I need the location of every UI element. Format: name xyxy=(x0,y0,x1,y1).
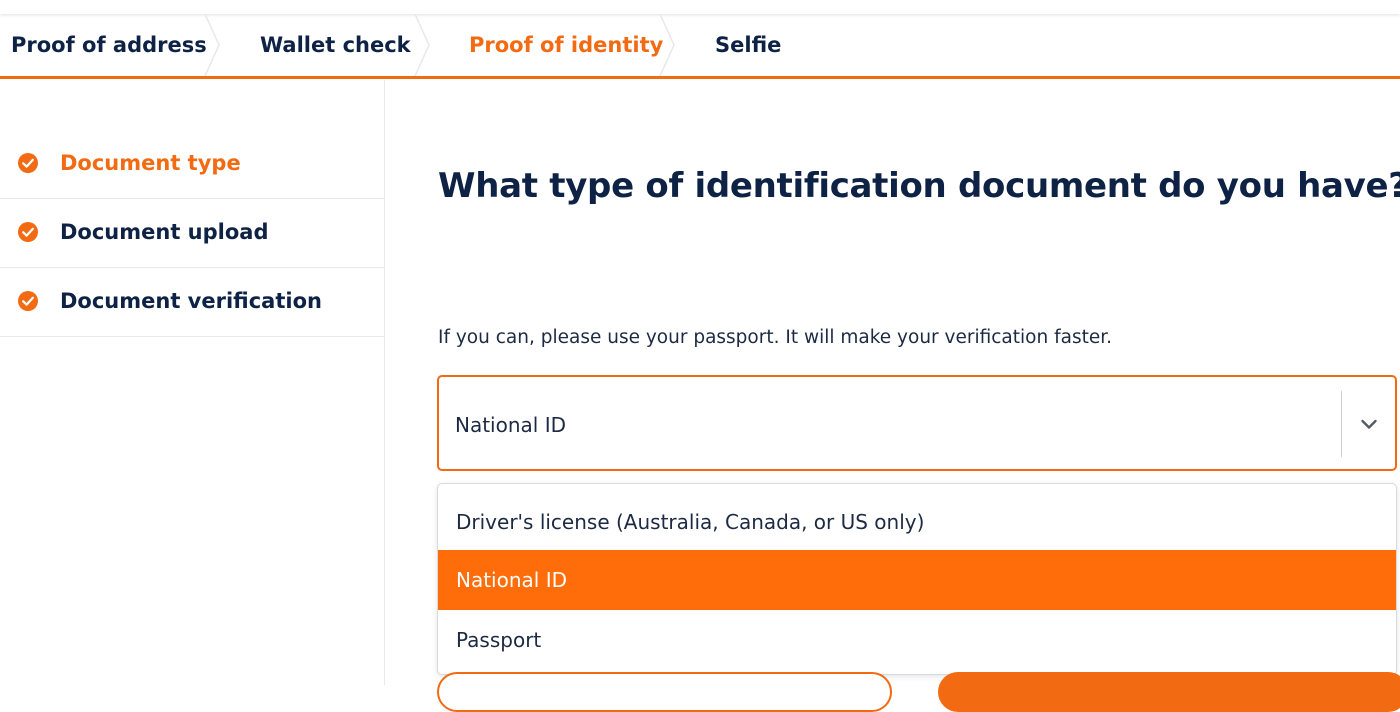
select-current-value: National ID xyxy=(455,413,566,437)
back-button[interactable] xyxy=(437,672,892,712)
option-national-id[interactable]: National ID xyxy=(438,550,1396,610)
check-circle-icon xyxy=(18,153,38,173)
sidebar-item-label: Document upload xyxy=(60,220,269,244)
continue-button[interactable] xyxy=(938,672,1400,712)
step-separator-icon xyxy=(414,14,430,76)
passport-hint-text: If you can, please use your passport. It… xyxy=(438,327,1113,348)
option-drivers-license[interactable]: Driver's license (Australia, Canada, or … xyxy=(438,492,1396,552)
sidebar-item-document-upload[interactable]: Document upload xyxy=(0,198,384,268)
document-type-select[interactable]: National ID xyxy=(437,375,1397,471)
sidebar-item-label: Document verification xyxy=(60,289,322,313)
step-proof-of-identity[interactable]: Proof of identity xyxy=(469,14,663,76)
sidebar-item-document-type[interactable]: Document type xyxy=(0,129,384,199)
page-title: What type of identification document do … xyxy=(438,166,1400,206)
document-type-dropdown-menu: Driver's license (Australia, Canada, or … xyxy=(437,483,1397,675)
chevron-down-icon[interactable] xyxy=(1359,414,1379,434)
sidebar-item-document-verification[interactable]: Document verification xyxy=(0,267,384,337)
step-selfie[interactable]: Selfie xyxy=(715,14,781,76)
progress-stepper: Proof of address Wallet check Proof of i… xyxy=(0,14,1400,79)
check-circle-icon xyxy=(18,291,38,311)
select-divider xyxy=(1341,391,1342,457)
step-wallet-check[interactable]: Wallet check xyxy=(260,14,411,76)
top-shadow-bar xyxy=(0,0,1400,14)
option-passport[interactable]: Passport xyxy=(438,610,1396,670)
step-separator-icon xyxy=(204,14,220,76)
sidebar-item-label: Document type xyxy=(60,151,241,175)
check-circle-icon xyxy=(18,222,38,242)
step-proof-of-address[interactable]: Proof of address xyxy=(11,14,207,76)
step-separator-icon xyxy=(659,14,675,76)
sidebar: Document type Document upload Document v… xyxy=(0,80,385,685)
